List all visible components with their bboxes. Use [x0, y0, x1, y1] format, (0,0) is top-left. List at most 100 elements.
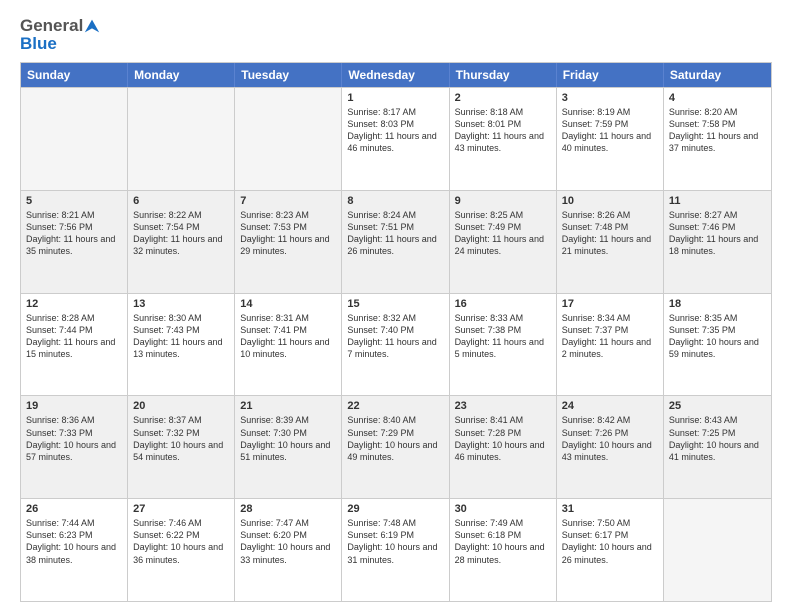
sunrise-text: Sunrise: 8:18 AM	[455, 106, 551, 118]
calendar: SundayMondayTuesdayWednesdayThursdayFrid…	[20, 62, 772, 602]
calendar-cell: 13Sunrise: 8:30 AMSunset: 7:43 PMDayligh…	[128, 294, 235, 396]
day-number: 16	[455, 298, 551, 310]
sunrise-text: Sunrise: 8:36 AM	[26, 414, 122, 426]
day-number: 24	[562, 400, 658, 412]
sunset-text: Sunset: 7:46 PM	[669, 221, 766, 233]
daylight-text: Daylight: 10 hours and 51 minutes.	[240, 439, 336, 463]
sunrise-text: Sunrise: 7:49 AM	[455, 517, 551, 529]
sunset-text: Sunset: 6:22 PM	[133, 529, 229, 541]
calendar-cell: 10Sunrise: 8:26 AMSunset: 7:48 PMDayligh…	[557, 191, 664, 293]
calendar-cell: 14Sunrise: 8:31 AMSunset: 7:41 PMDayligh…	[235, 294, 342, 396]
sunset-text: Sunset: 7:26 PM	[562, 427, 658, 439]
daylight-text: Daylight: 11 hours and 7 minutes.	[347, 336, 443, 360]
calendar-cell: 16Sunrise: 8:33 AMSunset: 7:38 PMDayligh…	[450, 294, 557, 396]
day-number: 10	[562, 195, 658, 207]
day-number: 3	[562, 92, 658, 104]
daylight-text: Daylight: 10 hours and 28 minutes.	[455, 541, 551, 565]
calendar-cell: 3Sunrise: 8:19 AMSunset: 7:59 PMDaylight…	[557, 88, 664, 190]
day-number: 8	[347, 195, 443, 207]
calendar-cell: 7Sunrise: 8:23 AMSunset: 7:53 PMDaylight…	[235, 191, 342, 293]
daylight-text: Daylight: 10 hours and 38 minutes.	[26, 541, 122, 565]
sunset-text: Sunset: 7:29 PM	[347, 427, 443, 439]
sunrise-text: Sunrise: 7:48 AM	[347, 517, 443, 529]
sunset-text: Sunset: 6:20 PM	[240, 529, 336, 541]
daylight-text: Daylight: 10 hours and 43 minutes.	[562, 439, 658, 463]
sunset-text: Sunset: 7:41 PM	[240, 324, 336, 336]
sunset-text: Sunset: 6:17 PM	[562, 529, 658, 541]
calendar-row: 12Sunrise: 8:28 AMSunset: 7:44 PMDayligh…	[21, 293, 771, 396]
daylight-text: Daylight: 10 hours and 41 minutes.	[669, 439, 766, 463]
calendar-cell: 24Sunrise: 8:42 AMSunset: 7:26 PMDayligh…	[557, 396, 664, 498]
sunrise-text: Sunrise: 8:37 AM	[133, 414, 229, 426]
calendar-cell: 26Sunrise: 7:44 AMSunset: 6:23 PMDayligh…	[21, 499, 128, 601]
calendar-cell	[128, 88, 235, 190]
daylight-text: Daylight: 11 hours and 40 minutes.	[562, 130, 658, 154]
sunset-text: Sunset: 7:56 PM	[26, 221, 122, 233]
calendar-header-cell: Sunday	[21, 63, 128, 87]
calendar-header-cell: Saturday	[664, 63, 771, 87]
sunset-text: Sunset: 7:44 PM	[26, 324, 122, 336]
calendar-cell: 11Sunrise: 8:27 AMSunset: 7:46 PMDayligh…	[664, 191, 771, 293]
sunrise-text: Sunrise: 8:21 AM	[26, 209, 122, 221]
day-number: 25	[669, 400, 766, 412]
calendar-cell: 20Sunrise: 8:37 AMSunset: 7:32 PMDayligh…	[128, 396, 235, 498]
sunset-text: Sunset: 7:53 PM	[240, 221, 336, 233]
sunset-text: Sunset: 7:35 PM	[669, 324, 766, 336]
sunset-text: Sunset: 7:28 PM	[455, 427, 551, 439]
sunset-text: Sunset: 8:01 PM	[455, 118, 551, 130]
logo-bird-icon	[84, 18, 100, 34]
daylight-text: Daylight: 11 hours and 21 minutes.	[562, 233, 658, 257]
calendar-cell: 5Sunrise: 8:21 AMSunset: 7:56 PMDaylight…	[21, 191, 128, 293]
daylight-text: Daylight: 10 hours and 33 minutes.	[240, 541, 336, 565]
daylight-text: Daylight: 10 hours and 54 minutes.	[133, 439, 229, 463]
daylight-text: Daylight: 11 hours and 5 minutes.	[455, 336, 551, 360]
calendar-cell: 6Sunrise: 8:22 AMSunset: 7:54 PMDaylight…	[128, 191, 235, 293]
sunset-text: Sunset: 7:51 PM	[347, 221, 443, 233]
sunrise-text: Sunrise: 8:25 AM	[455, 209, 551, 221]
sunrise-text: Sunrise: 7:46 AM	[133, 517, 229, 529]
daylight-text: Daylight: 11 hours and 2 minutes.	[562, 336, 658, 360]
calendar-header-cell: Friday	[557, 63, 664, 87]
sunset-text: Sunset: 7:48 PM	[562, 221, 658, 233]
sunrise-text: Sunrise: 8:20 AM	[669, 106, 766, 118]
day-number: 21	[240, 400, 336, 412]
sunset-text: Sunset: 6:18 PM	[455, 529, 551, 541]
day-number: 29	[347, 503, 443, 515]
calendar-cell	[664, 499, 771, 601]
sunset-text: Sunset: 7:38 PM	[455, 324, 551, 336]
day-number: 26	[26, 503, 122, 515]
calendar-cell: 31Sunrise: 7:50 AMSunset: 6:17 PMDayligh…	[557, 499, 664, 601]
calendar-cell: 1Sunrise: 8:17 AMSunset: 8:03 PMDaylight…	[342, 88, 449, 190]
sunrise-text: Sunrise: 8:28 AM	[26, 312, 122, 324]
day-number: 2	[455, 92, 551, 104]
calendar-row: 19Sunrise: 8:36 AMSunset: 7:33 PMDayligh…	[21, 395, 771, 498]
sunset-text: Sunset: 7:37 PM	[562, 324, 658, 336]
day-number: 14	[240, 298, 336, 310]
daylight-text: Daylight: 11 hours and 43 minutes.	[455, 130, 551, 154]
daylight-text: Daylight: 11 hours and 15 minutes.	[26, 336, 122, 360]
calendar-cell: 4Sunrise: 8:20 AMSunset: 7:58 PMDaylight…	[664, 88, 771, 190]
logo: General Blue	[20, 16, 101, 54]
daylight-text: Daylight: 11 hours and 32 minutes.	[133, 233, 229, 257]
day-number: 31	[562, 503, 658, 515]
sunrise-text: Sunrise: 8:34 AM	[562, 312, 658, 324]
daylight-text: Daylight: 11 hours and 37 minutes.	[669, 130, 766, 154]
sunset-text: Sunset: 8:03 PM	[347, 118, 443, 130]
calendar-cell: 25Sunrise: 8:43 AMSunset: 7:25 PMDayligh…	[664, 396, 771, 498]
daylight-text: Daylight: 11 hours and 26 minutes.	[347, 233, 443, 257]
daylight-text: Daylight: 10 hours and 49 minutes.	[347, 439, 443, 463]
calendar-cell: 19Sunrise: 8:36 AMSunset: 7:33 PMDayligh…	[21, 396, 128, 498]
daylight-text: Daylight: 10 hours and 57 minutes.	[26, 439, 122, 463]
day-number: 22	[347, 400, 443, 412]
daylight-text: Daylight: 11 hours and 24 minutes.	[455, 233, 551, 257]
sunrise-text: Sunrise: 8:24 AM	[347, 209, 443, 221]
day-number: 1	[347, 92, 443, 104]
sunrise-text: Sunrise: 7:47 AM	[240, 517, 336, 529]
calendar-row: 5Sunrise: 8:21 AMSunset: 7:56 PMDaylight…	[21, 190, 771, 293]
calendar-cell: 29Sunrise: 7:48 AMSunset: 6:19 PMDayligh…	[342, 499, 449, 601]
sunrise-text: Sunrise: 8:39 AM	[240, 414, 336, 426]
calendar-cell: 9Sunrise: 8:25 AMSunset: 7:49 PMDaylight…	[450, 191, 557, 293]
calendar-header-cell: Tuesday	[235, 63, 342, 87]
calendar-body: 1Sunrise: 8:17 AMSunset: 8:03 PMDaylight…	[21, 87, 771, 601]
calendar-row: 1Sunrise: 8:17 AMSunset: 8:03 PMDaylight…	[21, 87, 771, 190]
